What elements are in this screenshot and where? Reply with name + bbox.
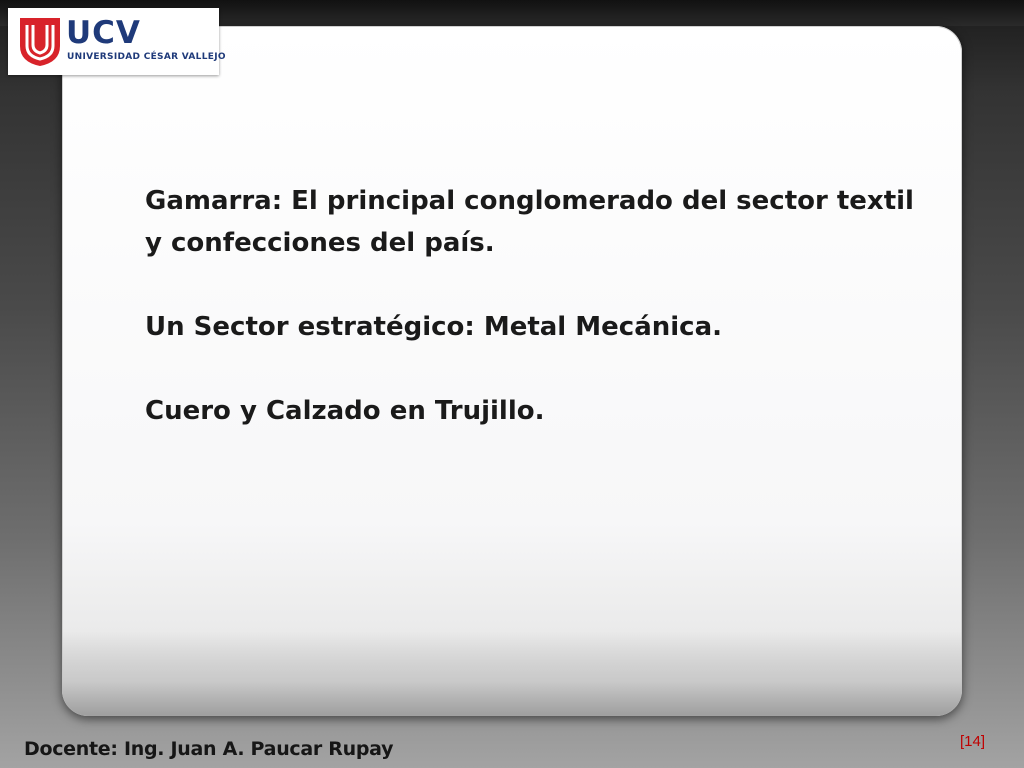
- ucv-shield-icon: [20, 18, 60, 66]
- paragraph-cuero-calzado: Cuero y Calzado en Trujillo.: [145, 396, 545, 426]
- paragraph-metal-mecanica: Un Sector estratégico: Metal Mecánica.: [145, 312, 722, 342]
- university-logo: UCV UNIVERSIDAD CÉSAR VALLEJO: [8, 8, 226, 75]
- slide-content: Gamarra: El principal conglomerado del s…: [145, 180, 925, 432]
- footer-teacher: Docente: Ing. Juan A. Paucar Rupay: [24, 738, 394, 760]
- logo-subtitle: UNIVERSIDAD CÉSAR VALLEJO: [67, 52, 226, 62]
- logo-name: UCV: [66, 15, 141, 51]
- page-number: [14]: [960, 733, 986, 750]
- paragraph-gamarra: Gamarra: El principal conglomerado del s…: [145, 186, 914, 258]
